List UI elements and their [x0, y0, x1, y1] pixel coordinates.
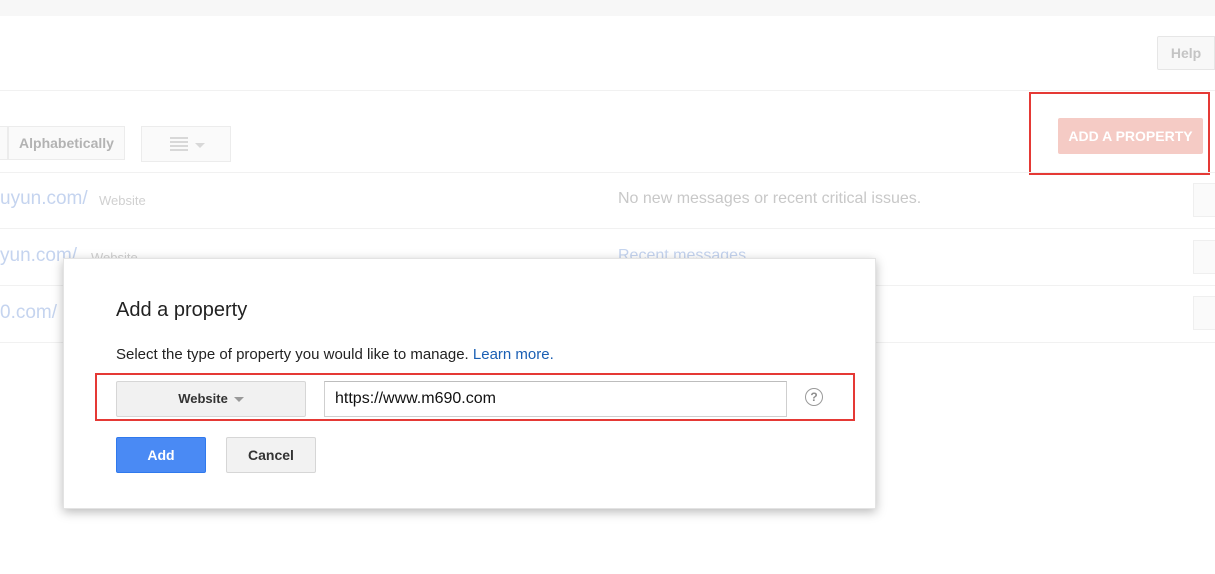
- row-action-button[interactable]: [1193, 240, 1215, 274]
- list-view-icon: [170, 137, 188, 151]
- view-toggle-button[interactable]: [141, 126, 231, 162]
- property-type-select[interactable]: Website: [116, 381, 306, 417]
- property-url-input[interactable]: [324, 381, 787, 417]
- property-message: No new messages or recent critical issue…: [618, 190, 922, 207]
- dialog-description-text: Select the type of property you would li…: [116, 346, 469, 363]
- row-action-button[interactable]: [1193, 183, 1215, 217]
- add-button[interactable]: Add: [116, 437, 206, 473]
- sort-alphabetically-button[interactable]: Alphabetically: [8, 126, 125, 160]
- cancel-button[interactable]: Cancel: [226, 437, 316, 473]
- top-bar: [0, 0, 1215, 16]
- row-divider: [0, 228, 1215, 229]
- row-divider: [0, 172, 1215, 173]
- learn-more-link[interactable]: Learn more.: [473, 346, 554, 363]
- chevron-down-icon: [233, 397, 244, 403]
- question-circle-icon[interactable]: ?: [805, 388, 823, 406]
- property-url[interactable]: uyun.com/: [0, 188, 88, 210]
- dialog-title: Add a property: [116, 299, 248, 321]
- property-type-value: Website: [178, 391, 228, 406]
- sort-prefix-button[interactable]: [0, 126, 8, 160]
- chevron-down-icon: [195, 143, 205, 148]
- row-action-button[interactable]: [1193, 296, 1215, 330]
- property-type: Website: [99, 193, 146, 208]
- add-property-dialog: Add a property Select the type of proper…: [63, 258, 876, 509]
- header-divider: [0, 90, 1215, 91]
- dialog-description: Select the type of property you would li…: [116, 346, 554, 363]
- help-button[interactable]: Help: [1157, 36, 1215, 70]
- add-property-button[interactable]: ADD A PROPERTY: [1058, 118, 1203, 154]
- property-url[interactable]: 0.com/: [0, 302, 57, 324]
